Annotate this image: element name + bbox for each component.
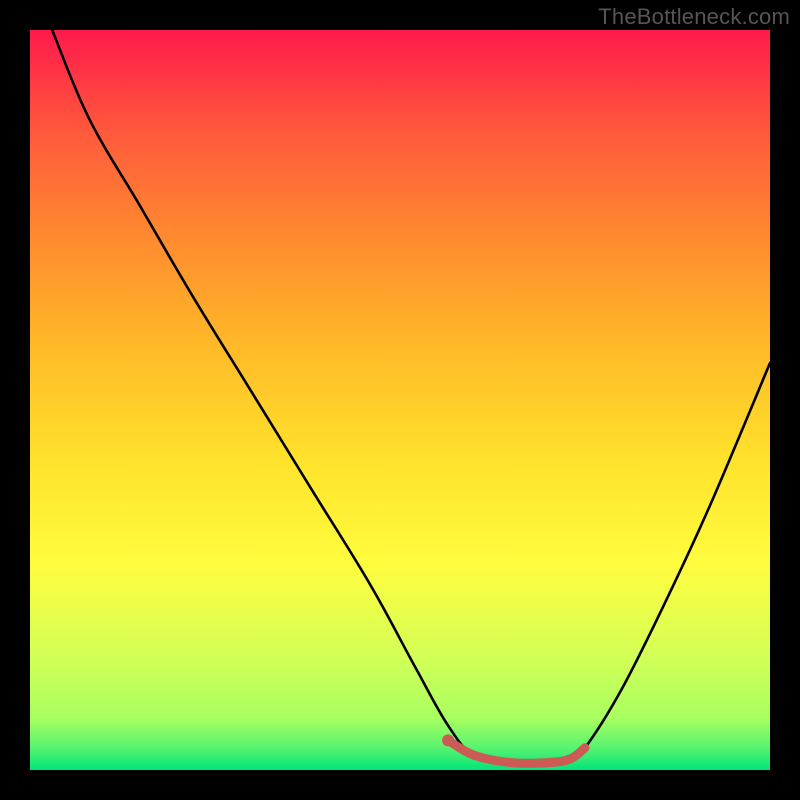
gradient-background — [30, 30, 770, 770]
plot-svg — [30, 30, 770, 770]
watermark-text: TheBottleneck.com — [598, 4, 790, 30]
chart-stage: TheBottleneck.com — [0, 0, 800, 800]
plot-area — [30, 30, 770, 770]
optimal-marker — [442, 734, 454, 746]
